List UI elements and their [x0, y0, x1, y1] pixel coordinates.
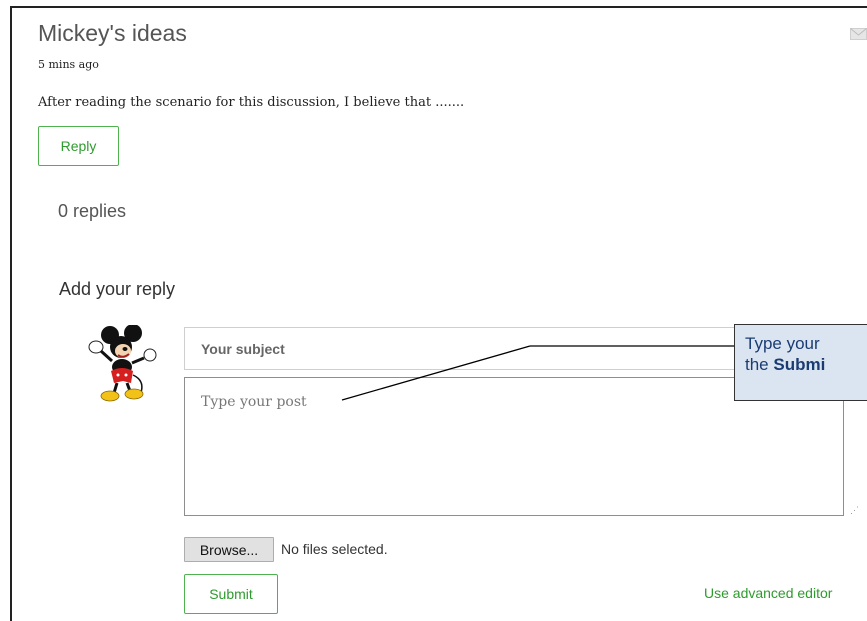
post-body: After reading the scenario for this disc… — [38, 95, 465, 110]
mail-icon[interactable] — [850, 28, 867, 40]
add-reply-heading: Add your reply — [59, 279, 176, 299]
callout-line-2-prefix: the — [745, 355, 774, 374]
post-title: Mickey's ideas — [38, 20, 187, 46]
file-status: No files selected. — [281, 541, 388, 557]
resize-grip-icon[interactable]: ⋰ — [850, 505, 859, 516]
callout-line-2-bold: Submi — [773, 355, 826, 374]
callout-line-2: the Submi — [745, 354, 863, 375]
instruction-callout: Type your the Submi — [734, 324, 867, 401]
replies-count: 0 replies — [58, 201, 127, 221]
browse-button[interactable]: Browse... — [184, 537, 274, 562]
submit-button[interactable]: Submit — [184, 574, 278, 614]
reply-button[interactable]: Reply — [38, 126, 119, 166]
callout-line-1: Type your — [745, 334, 820, 353]
mickey-avatar — [88, 325, 157, 402]
advanced-editor-link[interactable]: Use advanced editor — [704, 585, 832, 601]
post-timestamp: 5 mins ago — [38, 58, 99, 71]
